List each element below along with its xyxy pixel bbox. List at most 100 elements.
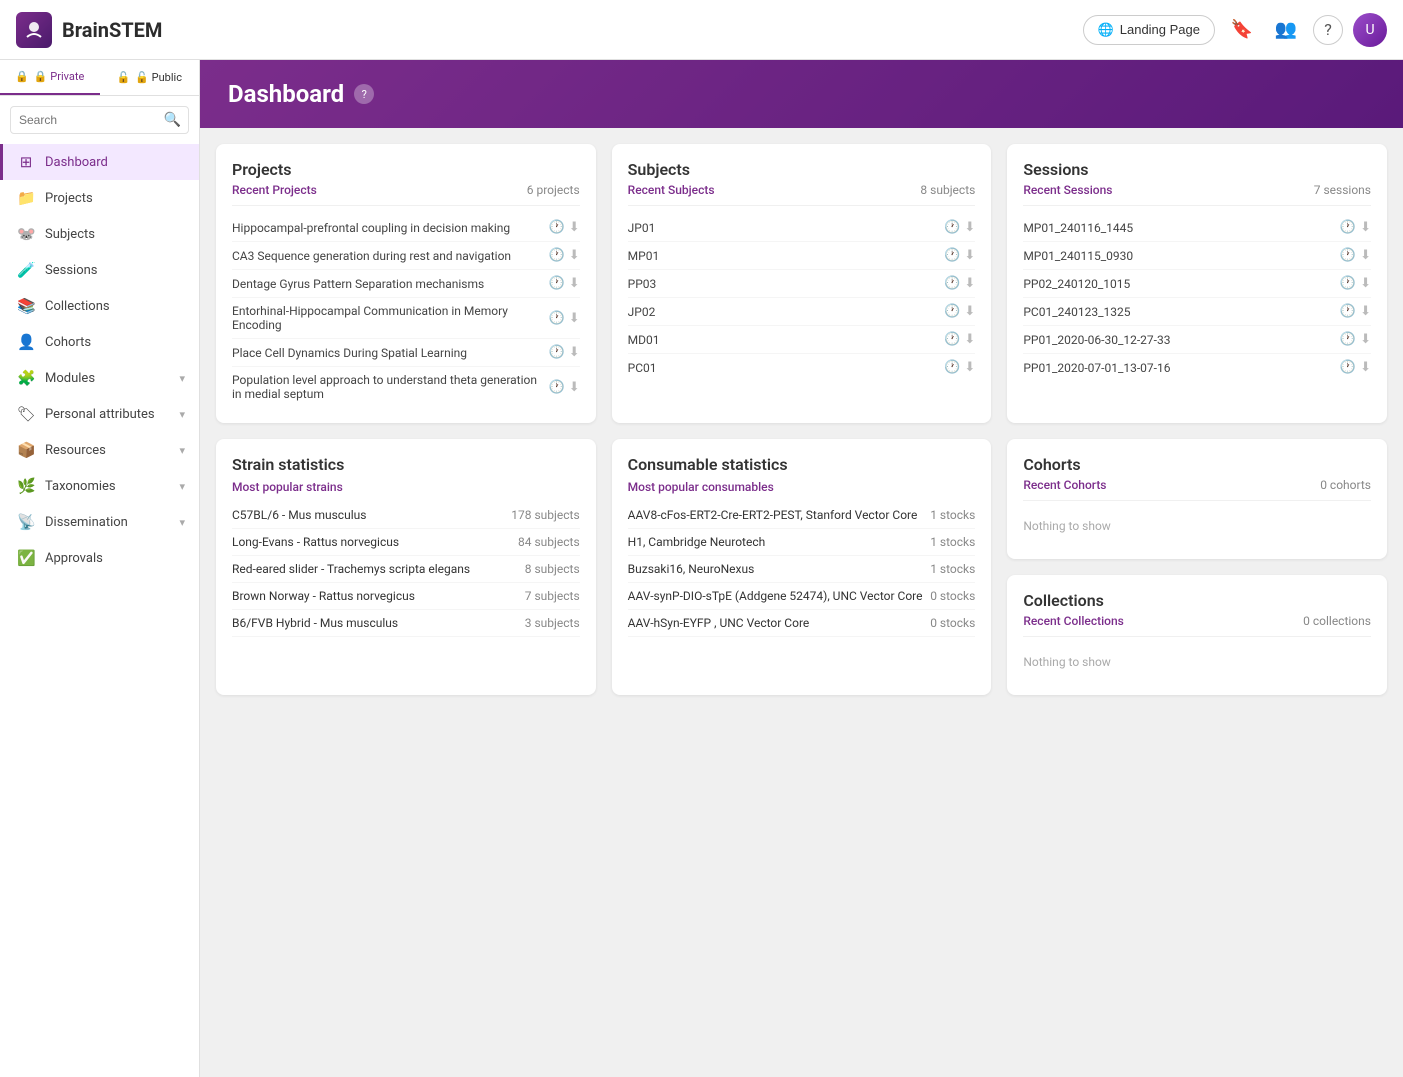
table-row[interactable]: PP03🕐⬇ <box>628 270 976 298</box>
sidebar-item-personal-attributes[interactable]: 🏷 Personal attributes ▾ <box>0 396 199 432</box>
clock-icon: 🕐 <box>944 276 960 291</box>
sidebar-item-taxonomies[interactable]: 🌿 Taxonomies ▾ <box>0 468 199 504</box>
item-actions: 🕐⬇ <box>1340 332 1371 347</box>
cohorts-icon: 👤 <box>17 333 35 351</box>
collections-card: Collections Recent Collections 0 collect… <box>1007 575 1387 695</box>
sidebar-item-dissemination[interactable]: 📡 Dissemination ▾ <box>0 504 199 540</box>
list-item[interactable]: Red-eared slider - Trachemys scripta ele… <box>232 556 580 583</box>
project-name: Dentage Gyrus Pattern Separation mechani… <box>232 277 484 291</box>
sidebar-item-collections[interactable]: 📚 Collections <box>0 288 199 324</box>
table-row[interactable]: Dentage Gyrus Pattern Separation mechani… <box>232 270 580 298</box>
table-row[interactable]: MP01🕐⬇ <box>628 242 976 270</box>
tab-private-label: 🔒 Private <box>34 70 84 83</box>
globe-icon: 🌐 <box>1098 22 1114 38</box>
top-nav: BrainSTEM 🌐 Landing Page 🔖 👥 ? U <box>0 0 1403 60</box>
sidebar-item-subjects[interactable]: 🐭 Subjects <box>0 216 199 252</box>
resources-icon: 📦 <box>17 441 35 459</box>
table-row[interactable]: MP01_240116_1445🕐⬇ <box>1023 214 1371 242</box>
projects-label: Projects <box>45 191 93 206</box>
subject-name: JP02 <box>628 305 656 319</box>
session-name: PP02_240120_1015 <box>1023 277 1130 291</box>
cohorts-card-subtitle: Recent Cohorts 0 cohorts <box>1023 478 1371 501</box>
clock-icon: 🕐 <box>549 345 565 360</box>
strain-list: C57BL/6 - Mus musculus178 subjects Long-… <box>232 502 580 637</box>
personal-attributes-icon: 🏷 <box>17 405 35 423</box>
table-row[interactable]: PP01_2020-06-30_12-27-33🕐⬇ <box>1023 326 1371 354</box>
strain-count: 178 subjects <box>511 508 579 522</box>
consumable-count: 1 stocks <box>930 562 975 576</box>
approvals-icon: ✅ <box>17 549 35 567</box>
table-row[interactable]: JP02🕐⬇ <box>628 298 976 326</box>
item-actions: 🕐⬇ <box>944 360 975 375</box>
main-content: Dashboard ? Projects Recent Projects 6 p… <box>200 60 1403 1077</box>
download-icon: ⬇ <box>569 345 580 360</box>
table-row[interactable]: MD01🕐⬇ <box>628 326 976 354</box>
table-row[interactable]: PC01_240123_1325🕐⬇ <box>1023 298 1371 326</box>
list-item[interactable]: B6/FVB Hybrid - Mus musculus3 subjects <box>232 610 580 637</box>
list-item[interactable]: AAV-hSyn-EYFP , UNC Vector Core0 stocks <box>628 610 976 637</box>
consumable-statistics-title: Consumable statistics <box>628 455 976 474</box>
subject-name: MD01 <box>628 333 660 347</box>
avatar[interactable]: U <box>1353 13 1387 47</box>
sidebar-item-modules[interactable]: 🧩 Modules ▾ <box>0 360 199 396</box>
landing-page-button[interactable]: 🌐 Landing Page <box>1083 15 1215 45</box>
table-row[interactable]: CA3 Sequence generation during rest and … <box>232 242 580 270</box>
strain-name: Brown Norway - Rattus norvegicus <box>232 589 415 603</box>
sidebar-item-approvals[interactable]: ✅ Approvals <box>0 540 199 576</box>
subject-name: JP01 <box>628 221 656 235</box>
table-row[interactable]: PP01_2020-07-01_13-07-16 🕐⬇ <box>1023 354 1371 381</box>
top-row: Projects Recent Projects 6 projects Hipp… <box>216 144 1387 423</box>
list-item[interactable]: Buzsaki16, NeuroNexus1 stocks <box>628 556 976 583</box>
consumable-popular-link[interactable]: Most popular consumables <box>628 480 976 494</box>
clock-icon: 🕐 <box>944 332 960 347</box>
tab-private[interactable]: 🔒 🔒 Private <box>0 60 100 95</box>
sidebar-item-cohorts[interactable]: 👤 Cohorts <box>0 324 199 360</box>
subjects-card-title: Subjects <box>628 160 976 179</box>
table-row[interactable]: Entorhinal-Hippocampal Communication in … <box>232 298 580 339</box>
help-icon-btn[interactable]: ? <box>1313 15 1343 45</box>
table-row[interactable]: JP01🕐⬇ <box>628 214 976 242</box>
search-icon: 🔍 <box>164 112 181 128</box>
list-item[interactable]: H1, Cambridge Neurotech1 stocks <box>628 529 976 556</box>
strain-count: 8 subjects <box>525 562 580 576</box>
session-name: PP01_2020-07-01_13-07-16 <box>1023 361 1170 375</box>
search-input[interactable] <box>10 106 189 134</box>
list-item[interactable]: AAV-synP-DIO-sTpE (Addgene 52474), UNC V… <box>628 583 976 610</box>
table-row[interactable]: Population level approach to understand … <box>232 367 580 407</box>
table-row[interactable]: Place Cell Dynamics During Spatial Learn… <box>232 339 580 367</box>
item-actions: 🕐⬇ <box>1340 276 1371 291</box>
table-row[interactable]: PP02_240120_1015 🕐⬇ <box>1023 270 1371 298</box>
download-icon: ⬇ <box>964 360 975 375</box>
bookmark-icon-btn[interactable]: 🔖 <box>1225 13 1259 47</box>
table-row[interactable]: Hippocampal-prefrontal coupling in decis… <box>232 214 580 242</box>
personal-attributes-label: Personal attributes <box>45 407 155 422</box>
list-item[interactable]: Brown Norway - Rattus norvegicus7 subjec… <box>232 583 580 610</box>
sidebar-item-sessions[interactable]: 🧪 Sessions <box>0 252 199 288</box>
strain-count: 84 subjects <box>518 535 580 549</box>
table-row[interactable]: MP01_240115_0930🕐⬇ <box>1023 242 1371 270</box>
table-row[interactable]: PC01🕐⬇ <box>628 354 976 381</box>
clock-icon: 🕐 <box>549 276 565 291</box>
projects-card-subtitle: Recent Projects 6 projects <box>232 183 580 206</box>
sidebar-item-dashboard[interactable]: ⊞ Dashboard <box>0 144 199 180</box>
modules-icon: 🧩 <box>17 369 35 387</box>
consumable-count: 0 stocks <box>930 589 975 603</box>
cohorts-label: Cohorts <box>45 335 91 350</box>
page-help-icon[interactable]: ? <box>354 84 374 104</box>
sessions-count: 7 sessions <box>1314 183 1371 197</box>
tab-public[interactable]: 🔓 🔓 Public <box>100 60 200 95</box>
people-icon-btn[interactable]: 👥 <box>1269 13 1303 47</box>
sidebar-item-projects[interactable]: 📁 Projects <box>0 180 199 216</box>
brand: BrainSTEM <box>16 12 162 48</box>
sidebar-item-resources[interactable]: 📦 Resources ▾ <box>0 432 199 468</box>
list-item[interactable]: C57BL/6 - Mus musculus178 subjects <box>232 502 580 529</box>
page-title: Dashboard <box>228 80 344 108</box>
subjects-icon: 🐭 <box>17 225 35 243</box>
list-item[interactable]: AAV8-cFos-ERT2-Cre-ERT2-PEST, Stanford V… <box>628 502 976 529</box>
list-item[interactable]: Long-Evans - Rattus norvegicus84 subject… <box>232 529 580 556</box>
top-nav-actions: 🌐 Landing Page 🔖 👥 ? U <box>1083 13 1387 47</box>
clock-icon: 🕐 <box>944 248 960 263</box>
cohorts-card: Cohorts Recent Cohorts 0 cohorts Nothing… <box>1007 439 1387 559</box>
item-actions: 🕐⬇ <box>1340 360 1371 375</box>
strain-popular-link[interactable]: Most popular strains <box>232 480 580 494</box>
